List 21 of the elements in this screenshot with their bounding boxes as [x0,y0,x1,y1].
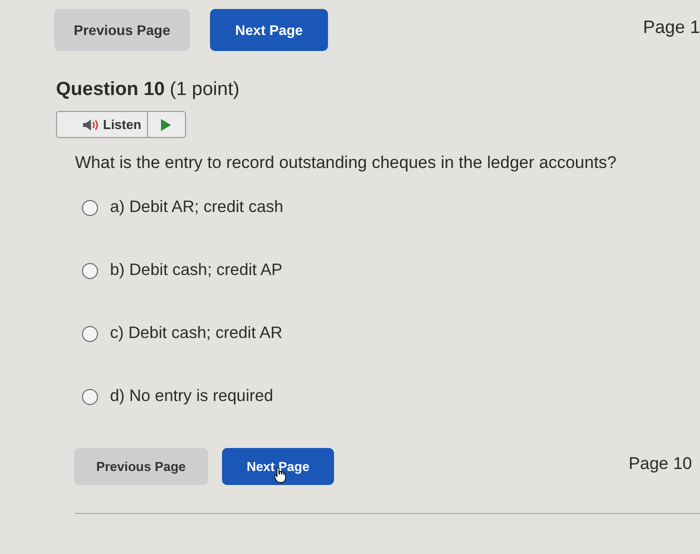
option-label: b) Debit cash; credit AP [110,261,282,280]
page-number: Page 1 [642,17,700,38]
next-page-button[interactable]: Next Page [222,448,334,485]
option-label: a) Debit AR; credit cash [110,198,284,217]
play-icon[interactable] [160,118,172,130]
previous-page-button[interactable]: Previous Page [54,9,190,51]
radio-button[interactable] [82,200,98,216]
option-label: c) Debit cash; credit AR [110,324,282,343]
speaker-icon [82,118,100,130]
radio-button[interactable] [82,326,98,342]
radio-button[interactable] [82,262,98,278]
listen-control[interactable]: Listen [56,111,186,138]
question-title: Question 10 [56,79,165,100]
question-text: What is the entry to record outstanding cheques in the ledger accounts? [75,153,618,173]
radio-button[interactable] [82,388,98,404]
next-page-button[interactable]: Next Page [210,9,328,51]
question-points: (1 point) [170,79,240,100]
option-label: d) No entry is required [110,387,274,406]
page-number: Page 10 [628,454,692,474]
listen-button[interactable]: Listen [57,112,148,137]
previous-page-button[interactable]: Previous Page [74,448,208,485]
